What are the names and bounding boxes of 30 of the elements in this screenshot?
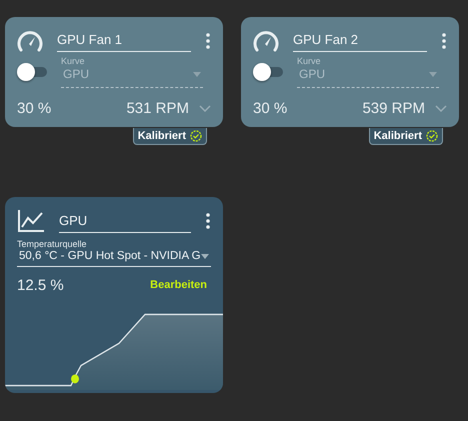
rpm-value: 539 RPM: [362, 100, 425, 117]
toggle-switch[interactable]: [17, 63, 47, 81]
source-label: Temperaturquelle: [17, 239, 88, 249]
line-chart-icon: [17, 209, 45, 233]
curve-select[interactable]: GPU: [61, 66, 203, 88]
percent-value: 30 %: [253, 100, 288, 117]
check-circle-icon: [190, 130, 202, 142]
gauge-icon: [17, 30, 43, 52]
curve-label: Kurve: [297, 56, 322, 66]
toggle-switch[interactable]: [253, 63, 283, 81]
caret-icon: [201, 254, 209, 258]
fan-name-field[interactable]: GPU Fan 2: [293, 29, 427, 52]
fan-name-field[interactable]: GPU Fan 1: [57, 29, 191, 52]
curve-label: Kurve: [61, 56, 86, 66]
source-select[interactable]: 50,6 °C - GPU Hot Spot - NVIDIA G: [17, 249, 211, 267]
rpm-value: 531 RPM: [126, 100, 189, 117]
edit-link[interactable]: Bearbeiten: [150, 279, 207, 291]
more-options-icon[interactable]: [205, 32, 211, 48]
more-options-icon[interactable]: [205, 213, 211, 229]
caret-icon: [193, 72, 201, 76]
calibrated-badge: Kalibriert: [368, 128, 443, 145]
curve-select[interactable]: GPU: [297, 66, 439, 88]
curve-value: 12.5 %: [17, 277, 64, 294]
percent-value: 30 %: [17, 100, 52, 117]
more-options-icon[interactable]: [441, 32, 447, 48]
caret-icon: [429, 72, 437, 76]
curve-name-field[interactable]: GPU: [59, 210, 191, 232]
check-circle-icon: [426, 130, 438, 142]
calibrated-badge: Kalibriert: [132, 128, 207, 145]
gauge-icon: [253, 30, 279, 52]
